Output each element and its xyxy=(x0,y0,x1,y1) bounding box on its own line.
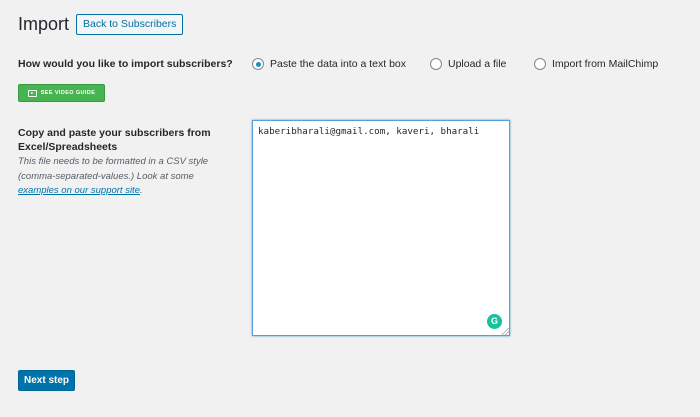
back-to-subscribers-button[interactable]: Back to Subscribers xyxy=(76,14,184,35)
textarea-resize-handle[interactable] xyxy=(502,328,509,335)
see-video-guide-button[interactable]: SEE VIDEO GUIDE xyxy=(18,84,105,102)
hint-prefix: This file needs to be formatted in a CSV… xyxy=(18,156,209,182)
radio-upload-option[interactable]: Upload a file xyxy=(430,58,506,70)
radio-button-upload[interactable] xyxy=(430,58,442,70)
paste-section-hint: This file needs to be formatted in a CSV… xyxy=(18,155,223,199)
next-step-button[interactable]: Next step xyxy=(18,370,75,391)
support-site-link[interactable]: examples on our support site xyxy=(18,185,140,196)
radio-paste-option[interactable]: Paste the data into a text box xyxy=(252,58,406,70)
radio-label-mailchimp: Import from MailChimp xyxy=(552,58,659,70)
radio-button-mailchimp[interactable] xyxy=(534,58,546,70)
video-guide-label: SEE VIDEO GUIDE xyxy=(40,90,96,96)
radio-label-upload: Upload a file xyxy=(448,58,507,70)
radio-button-paste[interactable] xyxy=(252,58,264,70)
radio-label-paste: Paste the data into a text box xyxy=(270,58,407,70)
hint-suffix: . xyxy=(139,185,143,196)
subscribers-data-textarea[interactable] xyxy=(252,120,510,336)
grammarly-icon[interactable]: G xyxy=(487,314,502,329)
page-title: Import xyxy=(18,14,70,34)
radio-mailchimp-option[interactable]: Import from MailChimp xyxy=(534,58,658,70)
import-method-question: How would you like to import subscribers… xyxy=(18,58,233,70)
paste-section-label: Copy and paste your subscribers from Exc… xyxy=(18,127,211,153)
video-icon xyxy=(27,89,37,97)
